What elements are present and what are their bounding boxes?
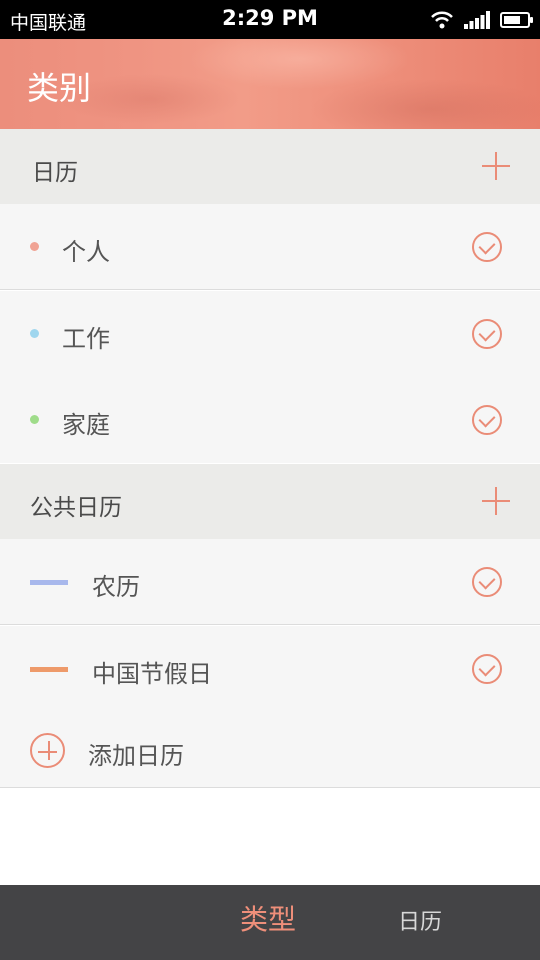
section-title: 公共日历: [30, 495, 122, 521]
calendar-item-lunar[interactable]: 农历: [0, 539, 540, 625]
add-icon[interactable]: [482, 152, 510, 180]
calendar-item-label: 工作: [62, 325, 110, 353]
app-header: 类别: [0, 39, 540, 129]
color-dot: [30, 415, 39, 424]
color-dot: [30, 329, 39, 338]
tab-calendar[interactable]: 日历: [398, 888, 442, 960]
color-bar: [30, 580, 68, 585]
battery-icon: [500, 12, 533, 28]
calendar-item-personal[interactable]: 个人: [0, 204, 540, 290]
status-bar: 中国联通 2:29 PM: [0, 0, 540, 39]
calendar-item-label: 家庭: [62, 411, 110, 439]
tab-types[interactable]: 类型: [240, 885, 296, 960]
calendar-item-family[interactable]: 家庭: [0, 377, 540, 463]
color-bar: [30, 667, 68, 672]
color-dot: [30, 242, 39, 251]
signal-icon: [464, 11, 490, 29]
status-icons: [430, 8, 533, 32]
tab-bar: 类型 日历: [0, 885, 540, 960]
calendar-item-china-holidays[interactable]: 中国节假日: [0, 626, 540, 712]
check-circle-icon[interactable]: [472, 567, 502, 597]
section-title: 日历: [32, 160, 78, 186]
calendar-item-label: 个人: [62, 238, 110, 266]
add-icon[interactable]: [482, 487, 510, 515]
calendar-item-label: 中国节假日: [92, 660, 212, 688]
page-title: 类别: [27, 69, 92, 107]
wifi-icon: [431, 11, 453, 29]
calendar-item-work[interactable]: 工作: [0, 291, 540, 377]
check-circle-icon[interactable]: [472, 232, 502, 262]
add-circle-icon: [30, 733, 65, 768]
check-circle-icon[interactable]: [472, 654, 502, 684]
add-calendar-label: 添加日历: [88, 742, 184, 770]
check-circle-icon[interactable]: [472, 405, 502, 435]
check-circle-icon[interactable]: [472, 319, 502, 349]
section-header-calendars: 日历: [0, 129, 540, 204]
calendar-item-label: 农历: [92, 573, 140, 601]
add-calendar-button[interactable]: 添加日历: [0, 712, 540, 788]
section-header-public-calendars: 公共日历: [0, 464, 540, 539]
